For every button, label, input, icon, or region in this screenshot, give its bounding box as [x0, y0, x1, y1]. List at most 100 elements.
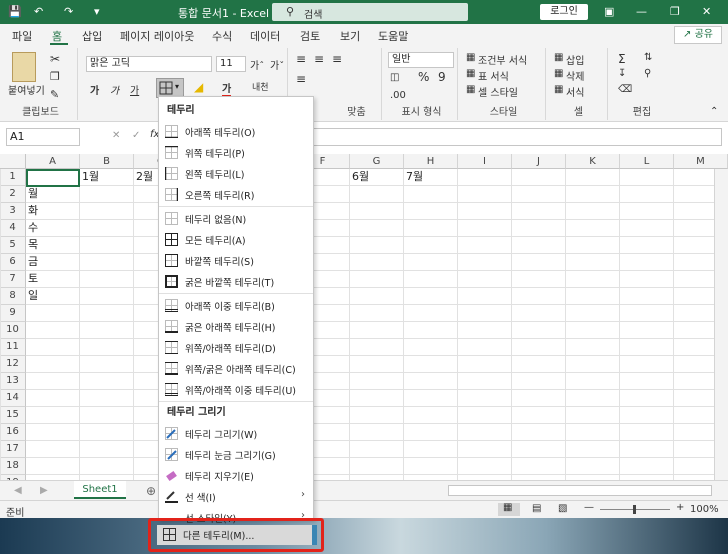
tab-review[interactable]: 검토	[300, 28, 320, 44]
menu-item-border-bottom[interactable]: 아래쪽 테두리(O)	[159, 121, 313, 142]
cell-G1[interactable]: 6월	[350, 169, 369, 185]
cell-C1[interactable]: 2월	[134, 169, 153, 185]
row-header-18[interactable]: 18	[0, 458, 26, 475]
menu-item-border-topthick[interactable]: 위쪽/굵은 아래쪽 테두리(C)	[159, 358, 313, 379]
cell-styles-icon[interactable]: ▦	[466, 84, 475, 95]
row-header-15[interactable]: 15	[0, 407, 26, 424]
cell-A5[interactable]: 목	[26, 237, 38, 253]
insert-cells-button[interactable]: 삽입	[566, 52, 584, 67]
bold-button[interactable]: 가	[90, 82, 99, 97]
column-header-M[interactable]: M	[674, 154, 728, 169]
cancel-formula-icon[interactable]: ✕	[112, 130, 120, 141]
row-header-8[interactable]: 8	[0, 288, 26, 305]
autosum-icon[interactable]: Σ	[618, 52, 626, 66]
row-header-5[interactable]: 5	[0, 237, 26, 254]
search-input[interactable]: ⚲ 검색	[272, 3, 468, 21]
align-top-icon[interactable]: ≡	[296, 52, 306, 66]
column-header-B[interactable]: B	[80, 154, 134, 169]
minimize-icon[interactable]: —	[636, 5, 647, 18]
row-header-11[interactable]: 11	[0, 339, 26, 356]
delete-cells-icon[interactable]: ▦	[554, 68, 563, 79]
column-header-A[interactable]: A	[26, 154, 80, 169]
conditional-format-button[interactable]: 조건부 서식	[478, 52, 527, 67]
find-select-icon[interactable]: ⚲	[644, 68, 651, 79]
fill-icon[interactable]: ↧	[618, 68, 626, 79]
menu-item-erase-border[interactable]: 테두리 지우기(E)	[159, 465, 313, 486]
menu-item-draw-border[interactable]: 테두리 그리기(W)	[159, 423, 313, 444]
vertical-scrollbar[interactable]	[714, 169, 728, 480]
sort-filter-icon[interactable]: ⇅	[644, 52, 652, 63]
redo-icon[interactable]: ↷	[64, 5, 73, 18]
decrease-font-icon[interactable]: 가ˇ	[270, 57, 284, 72]
row-header-10[interactable]: 10	[0, 322, 26, 339]
align-left-icon[interactable]: ≡	[296, 72, 306, 86]
tab-view[interactable]: 보기	[340, 28, 360, 44]
collapse-ribbon-icon[interactable]: ⌃	[710, 106, 718, 117]
cell-A2[interactable]: 월	[26, 186, 38, 202]
comma-style-icon[interactable]: 9	[438, 70, 446, 84]
column-header-I[interactable]: I	[458, 154, 512, 169]
row-header-14[interactable]: 14	[0, 390, 26, 407]
increase-decimal-icon[interactable]: .00	[390, 90, 406, 101]
undo-icon[interactable]: ↶	[34, 5, 43, 18]
increase-font-icon[interactable]: 가ˆ	[250, 57, 264, 72]
accounting-format-icon[interactable]: ◫	[390, 72, 399, 83]
insert-cells-icon[interactable]: ▦	[554, 52, 563, 63]
paste-icon[interactable]	[12, 52, 36, 82]
page-layout-view-icon[interactable]: ▤	[532, 503, 541, 514]
zoom-out-icon[interactable]: —	[584, 502, 594, 513]
row-header-7[interactable]: 7	[0, 271, 26, 288]
row-header-17[interactable]: 17	[0, 441, 26, 458]
conditional-format-icon[interactable]: ▦	[466, 52, 475, 63]
column-header-K[interactable]: K	[566, 154, 620, 169]
new-sheet-icon[interactable]: ⊕	[146, 484, 156, 498]
row-header-6[interactable]: 6	[0, 254, 26, 271]
cell-A4[interactable]: 수	[26, 220, 38, 236]
tab-page-layout[interactable]: 페이지 레이아웃	[120, 28, 194, 44]
menu-item-border-top[interactable]: 위쪽 테두리(P)	[159, 142, 313, 163]
menu-item-border-thick[interactable]: 굵은 바깥쪽 테두리(T)	[159, 271, 313, 292]
zoom-in-icon[interactable]: +	[676, 502, 684, 513]
select-all-corner[interactable]	[0, 154, 26, 169]
percent-icon[interactable]: %	[418, 70, 429, 84]
save-icon[interactable]: 💾	[8, 5, 22, 18]
number-format-select[interactable]: 일반	[388, 52, 454, 68]
restore-icon[interactable]: ❐	[670, 5, 680, 18]
menu-item-border-right[interactable]: 오른쪽 테두리(R)	[159, 184, 313, 205]
row-header-4[interactable]: 4	[0, 220, 26, 237]
tab-data[interactable]: 데이터	[250, 28, 280, 44]
format-cells-button[interactable]: 서식	[566, 84, 584, 99]
share-button[interactable]: ↗ 공유	[674, 26, 722, 44]
font-name-select[interactable]: 맑은 고딕	[86, 56, 212, 72]
underline-button[interactable]: 가	[130, 82, 139, 97]
menu-item-border-left[interactable]: 왼쪽 테두리(L)	[159, 163, 313, 184]
horizontal-scrollbar[interactable]	[448, 485, 712, 496]
name-box[interactable]: A1	[6, 128, 80, 146]
italic-button[interactable]: 가	[110, 82, 119, 97]
login-button[interactable]: 로그인	[540, 4, 588, 20]
row-header-13[interactable]: 13	[0, 373, 26, 390]
tab-file[interactable]: 파일	[12, 28, 32, 44]
delete-cells-button[interactable]: 삭제	[566, 68, 584, 83]
column-header-H[interactable]: H	[404, 154, 458, 169]
cell-A7[interactable]: 토	[26, 271, 38, 287]
active-cell-A1[interactable]	[26, 169, 80, 187]
fill-color-icon[interactable]: ◢	[194, 80, 203, 94]
tab-help[interactable]: 도움말	[378, 28, 408, 44]
menu-item-border-topbottom[interactable]: 위쪽/아래쪽 테두리(D)	[159, 337, 313, 358]
menu-item-border-all[interactable]: 모든 테두리(A)	[159, 229, 313, 250]
sheet-tab-sheet1[interactable]: Sheet1	[74, 481, 126, 499]
row-header-16[interactable]: 16	[0, 424, 26, 441]
menu-item-line-color[interactable]: 선 색(I) ›	[159, 486, 313, 507]
clear-icon[interactable]: ⌫	[618, 84, 632, 95]
menu-item-border-topdouble[interactable]: 위쪽/아래쪽 이중 테두리(U)	[159, 379, 313, 400]
format-table-icon[interactable]: ▦	[466, 68, 475, 79]
menu-item-draw-border-grid[interactable]: 테두리 눈금 그리기(G)	[159, 444, 313, 465]
cell-styles-button[interactable]: 셀 스타일	[478, 84, 518, 99]
customize-qat-icon[interactable]: ▾	[94, 5, 100, 18]
format-as-table-button[interactable]: 표 서식	[478, 68, 509, 83]
borders-button[interactable]: ▾	[156, 78, 184, 98]
menu-item-border-none[interactable]: 테두리 없음(N)	[159, 208, 313, 229]
cell-A3[interactable]: 화	[26, 203, 38, 219]
zoom-level[interactable]: 100%	[690, 504, 719, 515]
